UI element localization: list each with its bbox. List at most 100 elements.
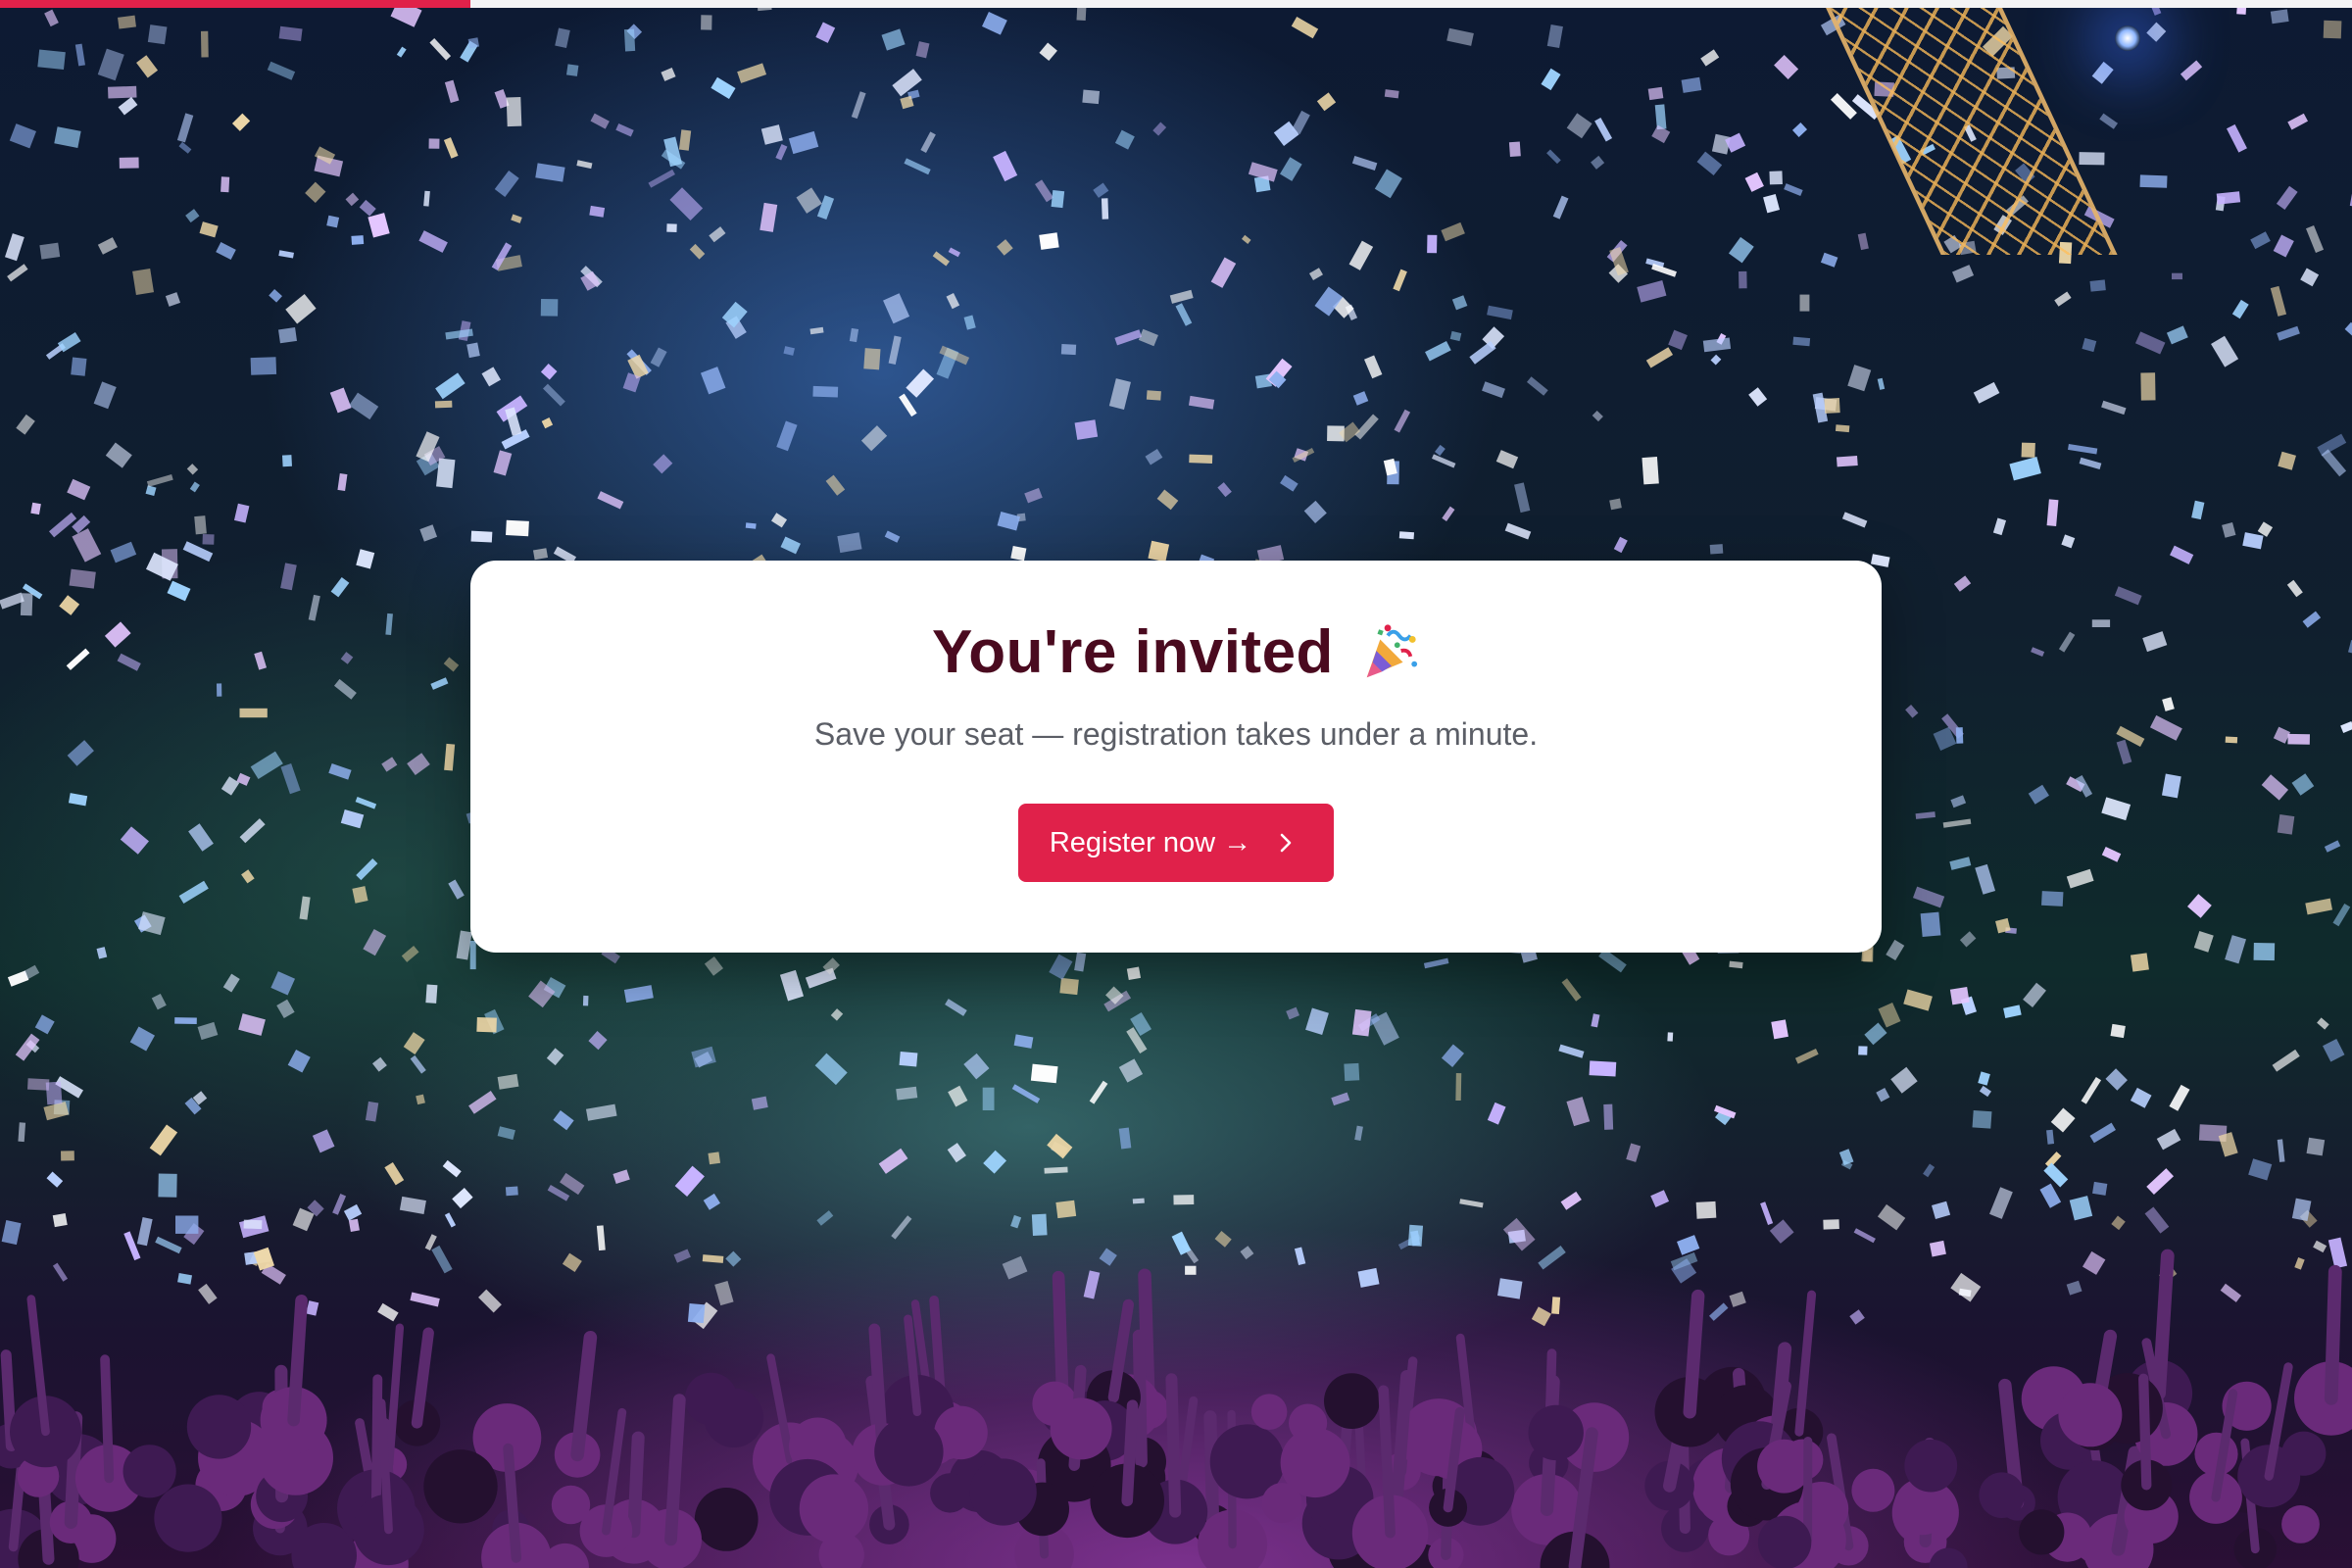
confetti-piece [443,137,459,159]
confetti-piece [222,973,240,993]
confetti-piece [1729,960,1743,969]
confetti-piece [1877,1203,1906,1231]
confetti-piece [1175,303,1193,326]
crowd-head [1757,1439,1811,1494]
confetti-piece [481,367,501,387]
confetti-piece [1650,1190,1670,1207]
confetti-piece [2193,930,2214,953]
confetti-piece [678,129,692,151]
confetti-piece [863,348,881,370]
confetti-piece [1442,506,1455,521]
confetti-piece [399,1196,426,1214]
confetti-piece [1955,727,1964,744]
confetti-piece [119,157,139,169]
confetti-piece [312,1129,335,1153]
confetti-piece [216,241,236,260]
confetti-piece [1280,157,1302,181]
confetti-piece [540,298,559,317]
confetti-piece [476,1016,497,1033]
confetti-piece [1546,149,1561,165]
confetti-piece [1878,1003,1901,1028]
raised-arm [1165,1373,1182,1518]
confetti-piece [270,971,296,996]
confetti-piece [359,199,376,217]
confetti-piece [505,1186,518,1197]
confetti-piece [1059,977,1079,996]
confetti-piece [849,327,859,343]
crowd-head [969,1458,1037,1526]
confetti-piece [1626,1143,1642,1162]
confetti-piece [1331,1092,1350,1106]
confetti-piece [691,1046,716,1068]
confetti-piece [947,1143,966,1163]
confetti-piece [2003,1004,2022,1019]
crowd-head [930,1473,970,1513]
confetti-piece [899,393,917,417]
confetti-piece [129,1026,155,1052]
confetti-piece [1847,365,1872,392]
crowd-head [1904,1439,1958,1493]
confetti-piece [2054,291,2072,307]
confetti-piece [1654,104,1667,130]
confetti-piece [1864,1022,1887,1046]
confetti-piece [416,1094,425,1105]
confetti-piece [1774,54,1799,79]
confetti-piece [1725,132,1746,153]
confetti-piece [1794,1048,1819,1064]
confetti-piece [147,24,168,45]
confetti-piece [2156,1128,2181,1151]
confetti-piece [906,368,935,398]
confetti-piece [1118,1127,1132,1150]
confetti-piece [93,381,117,410]
confetti-piece [1853,1228,1876,1244]
confetti-piece [1152,122,1167,136]
chevron-right-icon [1280,833,1292,853]
confetti-piece [541,417,554,429]
confetti-piece [623,28,636,52]
confetti-piece [2305,898,2333,915]
register-button[interactable]: Register now → [1017,804,1335,882]
confetti-piece [368,213,390,238]
confetti-piece [1393,269,1407,292]
confetti-piece [1942,818,1972,828]
confetti-piece [1560,1191,1582,1210]
confetti-piece [2344,321,2352,338]
confetti-piece [71,357,87,376]
confetti-piece [469,940,476,970]
confetti-piece [997,239,1013,256]
confetti-piece [745,522,757,529]
confetti-piece [1890,1066,1918,1094]
confetti-piece [709,226,726,243]
confetti-piece [2130,953,2149,972]
confetti-piece [425,984,438,1004]
confetti-piece [2287,113,2309,130]
raised-arm [370,1374,383,1514]
confetti-piece [771,513,788,528]
confetti-piece [178,880,209,904]
confetti-piece [1407,1224,1424,1247]
confetti-piece [1305,1007,1329,1035]
confetti-piece [18,1122,26,1143]
confetti-piece [151,993,167,1010]
confetti-piece [1744,172,1764,192]
confetti-piece [1915,811,1936,819]
confetti-piece [2287,733,2310,745]
confetti-piece [403,1032,425,1055]
confetti-piece [470,530,493,543]
confetti-piece [278,25,303,42]
confetti-piece [1425,340,1451,362]
confetti-piece [1031,1213,1048,1236]
raised-arm [1683,1289,1705,1419]
confetti-piece [1051,190,1065,209]
confetti-piece [982,11,1007,35]
confetti-piece [1823,1219,1839,1230]
confetti-piece [1210,257,1237,288]
confetti-piece [74,43,85,67]
confetti-piece [1145,449,1163,466]
confetti-piece [352,886,368,904]
confetti-piece [780,536,801,555]
confetti-piece [2101,400,2127,416]
confetti-piece [239,818,266,844]
confetti-piece [1118,1058,1144,1083]
confetti-piece [597,491,624,510]
